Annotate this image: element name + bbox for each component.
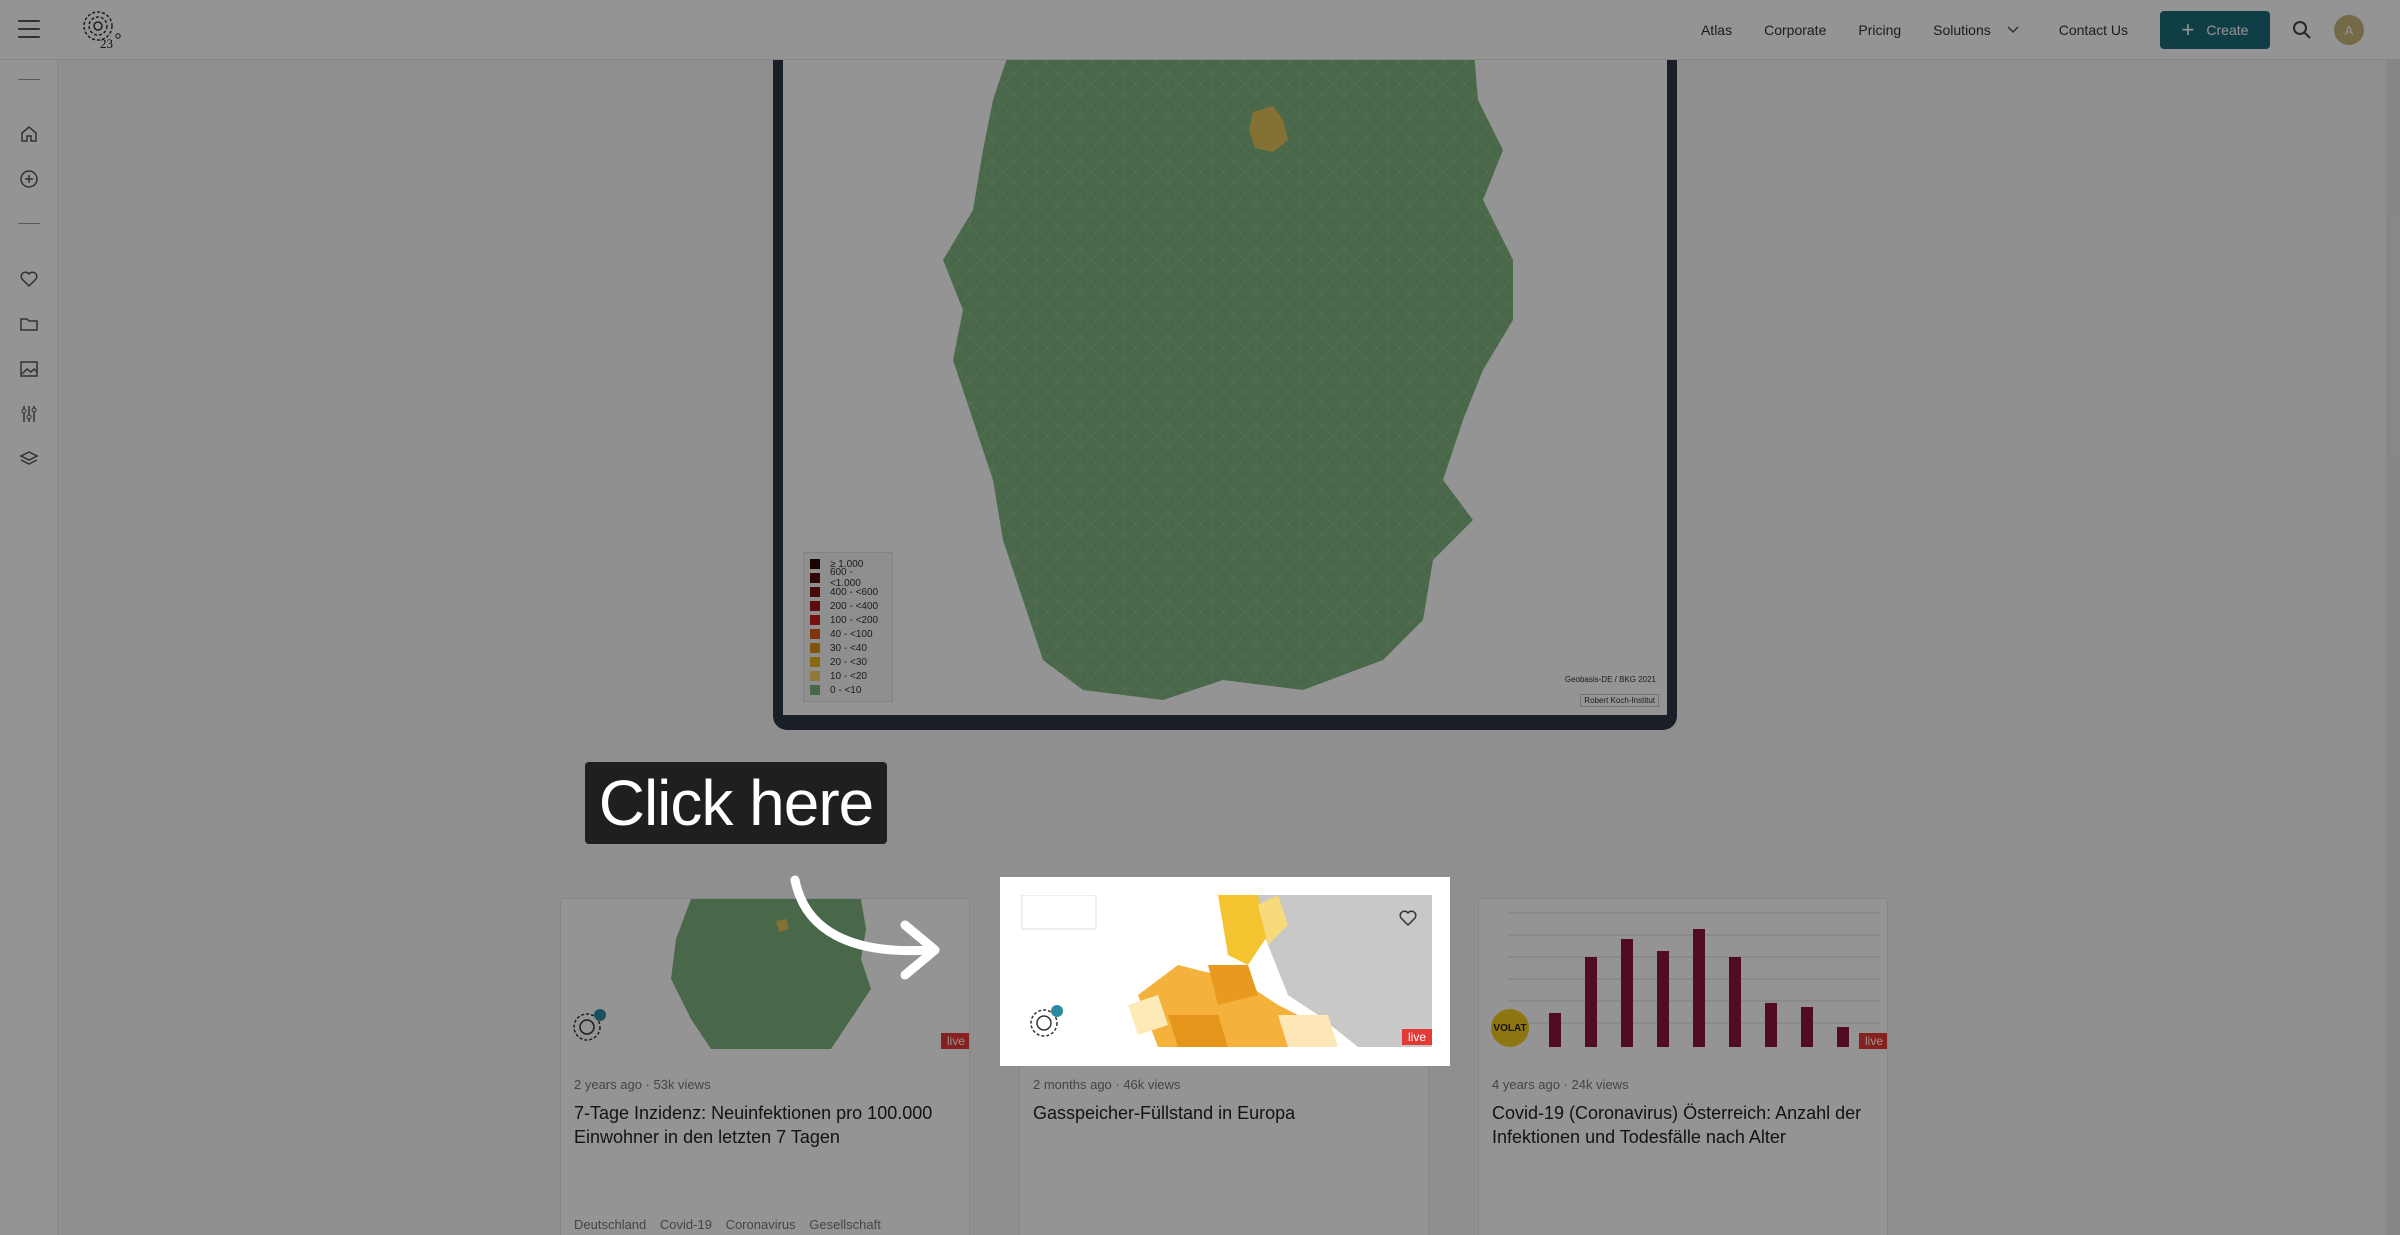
legend-item: 0 - <10 — [810, 683, 886, 697]
pointer-arrow-icon — [790, 875, 940, 980]
chevron-down-icon — [2007, 26, 2019, 34]
legend-item: 40 - <100 — [810, 627, 886, 641]
card-title[interactable]: Covid-19 (Coronavirus) Österreich: Anzah… — [1492, 1101, 1877, 1149]
heart-icon[interactable] — [1398, 909, 1418, 927]
legend-label: 10 - <20 — [830, 670, 867, 682]
card-meta: 2 months ago · 46k views — [1033, 1077, 1181, 1092]
legend-swatch — [810, 643, 820, 653]
legend-item: 30 - <40 — [810, 641, 886, 655]
search-icon[interactable] — [2292, 20, 2312, 40]
volat-badge: VOLAT — [1491, 1009, 1529, 1047]
nav-solutions-dropdown[interactable]: Solutions — [1933, 22, 2019, 38]
live-badge: live — [1858, 1033, 1887, 1049]
tag[interactable]: Coronavirus — [726, 1217, 796, 1232]
menu-icon[interactable] — [18, 20, 40, 38]
covid-austria-card[interactable]: VOLAT live 4 years ago · 24k views Covid… — [1478, 898, 1888, 1235]
folder-icon[interactable] — [19, 314, 39, 334]
nav-link-atlas[interactable]: Atlas — [1701, 22, 1732, 38]
scrollbar-thumb[interactable] — [2389, 217, 2397, 457]
map-legend: ≥ 1.000 600 - <1.000 400 - <600 200 - <4… — [803, 552, 893, 702]
card-title[interactable]: Gasspeicher-Füllstand in Europa — [1033, 1101, 1418, 1125]
legend-item: 200 - <400 — [810, 599, 886, 613]
create-label: Create — [2206, 22, 2249, 38]
legend-label: 100 - <200 — [830, 614, 879, 626]
live-badge: live — [940, 1033, 969, 1049]
europe-map-shape — [1018, 895, 1432, 1047]
legend-swatch — [810, 685, 820, 695]
legend-swatch — [810, 657, 820, 667]
legend-item: 600 - <1.000 — [810, 567, 886, 589]
card-thumbnail[interactable]: VOLAT live — [1479, 899, 1887, 1051]
solutions-label: Solutions — [1933, 22, 1991, 38]
legend-swatch — [810, 587, 820, 597]
tag[interactable]: Gesellschaft — [809, 1217, 881, 1232]
legend-label: 40 - <100 — [830, 628, 873, 640]
nav-link-pricing[interactable]: Pricing — [1858, 22, 1901, 38]
legend-item: 10 - <20 — [810, 669, 886, 683]
add-circle-icon[interactable] — [19, 169, 39, 189]
home-icon[interactable] — [19, 124, 39, 144]
nav-link-contact[interactable]: Contact Us — [2059, 22, 2128, 38]
sidebar — [0, 60, 58, 1235]
sidebar-divider — [18, 79, 40, 80]
legend-swatch — [810, 615, 820, 625]
legend-label: 20 - <30 — [830, 656, 867, 668]
legend-swatch — [810, 573, 820, 583]
legend-item: 400 - <600 — [810, 585, 886, 599]
logo-badge-icon — [1030, 1005, 1063, 1037]
map-credit: Geobasis-DE / BKG 2021 — [1561, 674, 1659, 685]
card-meta: 2 years ago · 53k views — [574, 1077, 711, 1092]
tag[interactable]: Covid-19 — [660, 1217, 712, 1232]
card-tags: Deutschland Covid-19 Coronavirus Gesells… — [574, 1217, 891, 1232]
main-nav: Atlas Corporate Pricing Solutions Contac… — [1701, 0, 2400, 60]
top-bar: 23 Atlas Corporate Pricing Solutions Con… — [0, 0, 2400, 60]
europe-map-thumbnail[interactable]: live — [1018, 895, 1432, 1047]
legend-label: 200 - <400 — [830, 600, 879, 612]
nav-link-corporate[interactable]: Corporate — [1764, 22, 1826, 38]
logo[interactable]: 23 — [80, 10, 124, 50]
legend-label: 0 - <10 — [830, 684, 862, 696]
heart-icon[interactable] — [19, 269, 39, 289]
germany-map[interactable]: ≥ 1.000 600 - <1.000 400 - <600 200 - <4… — [783, 40, 1667, 715]
click-here-tooltip: Click here — [585, 762, 887, 844]
legend-label: 30 - <40 — [830, 642, 867, 654]
sliders-icon[interactable] — [19, 404, 39, 424]
avatar[interactable]: A — [2334, 15, 2364, 45]
highlighted-card-thumbnail[interactable]: live — [1000, 877, 1450, 1066]
legend-swatch — [810, 671, 820, 681]
live-badge: live — [1401, 1029, 1432, 1045]
tag[interactable]: Deutschland — [574, 1217, 646, 1232]
legend-label: 400 - <600 — [830, 586, 879, 598]
plus-icon: + — [2181, 17, 2195, 42]
legend-swatch — [810, 559, 820, 569]
logo-badge-icon — [573, 1009, 606, 1041]
create-button[interactable]: + Create — [2160, 11, 2270, 49]
sidebar-divider — [18, 223, 40, 224]
svg-text:23: 23 — [100, 36, 113, 50]
legend-swatch — [810, 601, 820, 611]
card-title[interactable]: 7-Tage Inzidenz: Neuinfektionen pro 100.… — [574, 1101, 959, 1149]
germany-map-shape — [943, 40, 1513, 700]
bar-chart-thumbnail — [1507, 912, 1879, 1047]
card-meta: 4 years ago · 24k views — [1492, 1077, 1629, 1092]
legend-swatch — [810, 629, 820, 639]
legend-item: 20 - <30 — [810, 655, 886, 669]
map-panel: ≥ 1.000 600 - <1.000 400 - <600 200 - <4… — [773, 40, 1677, 730]
map-source: Robert Koch-Institut — [1580, 694, 1659, 707]
image-icon[interactable] — [19, 359, 39, 379]
page-scrollbar[interactable] — [2386, 60, 2400, 1235]
legend-item: 100 - <200 — [810, 613, 886, 627]
layers-icon[interactable] — [19, 449, 39, 469]
